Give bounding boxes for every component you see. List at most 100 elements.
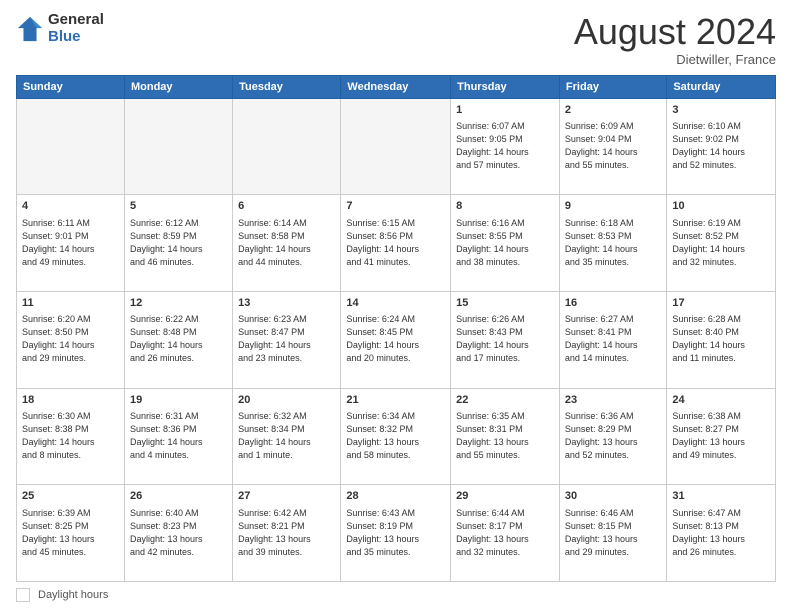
day-info: Sunrise: 6:22 AM Sunset: 8:48 PM Dayligh… — [130, 313, 227, 365]
day-number: 25 — [22, 489, 119, 504]
calendar-cell: 26Sunrise: 6:40 AM Sunset: 8:23 PM Dayli… — [124, 485, 232, 582]
day-number: 2 — [565, 103, 661, 118]
calendar-cell — [17, 98, 125, 195]
calendar-week-3: 11Sunrise: 6:20 AM Sunset: 8:50 PM Dayli… — [17, 291, 776, 388]
calendar-cell: 18 Sunrise: 6:30 AM Sunset: 8:38 PM Dayli… — [17, 388, 125, 485]
day-info: Sunrise: 6:11 AM Sunset: 9:01 PM Dayligh… — [22, 217, 119, 269]
day-number: 22 — [456, 393, 554, 408]
day-number: 10 — [672, 199, 770, 214]
calendar-cell: 14Sunrise: 6:24 AM Sunset: 8:45 PM Dayli… — [341, 291, 451, 388]
day-info: Sunrise: 6:12 AM Sunset: 8:59 PM Dayligh… — [130, 217, 227, 269]
calendar-cell: 7Sunrise: 6:15 AM Sunset: 8:56 PM Daylig… — [341, 195, 451, 292]
calendar-cell: 11Sunrise: 6:20 AM Sunset: 8:50 PM Dayli… — [17, 291, 125, 388]
day-info: Sunrise: 6:15 AM Sunset: 8:56 PM Dayligh… — [346, 217, 445, 269]
day-info: Sunrise: 6:35 AM Sunset: 8:31 PM Dayligh… — [456, 410, 554, 462]
calendar-week-4: 18 Sunrise: 6:30 AM Sunset: 8:38 PM Dayli… — [17, 388, 776, 485]
logo-icon — [16, 15, 44, 43]
day-info: Sunrise: 6:40 AM Sunset: 8:23 PM Dayligh… — [130, 507, 227, 559]
day-info: Sunrise: 6:32 AM Sunset: 8:34 PM Dayligh… — [238, 410, 335, 462]
page: General Blue August 2024 Dietwiller, Fra… — [0, 0, 792, 612]
day-info: Sunrise: 6:47 AM Sunset: 8:13 PM Dayligh… — [672, 507, 770, 559]
day-info: Sunrise: 6:38 AM Sunset: 8:27 PM Dayligh… — [672, 410, 770, 462]
header-row: Sunday Monday Tuesday Wednesday Thursday… — [17, 75, 776, 98]
calendar-cell: 12 Sunrise: 6:22 AM Sunset: 8:48 PM Dayli… — [124, 291, 232, 388]
col-thursday: Thursday — [451, 75, 560, 98]
day-info: Sunrise: 6:42 AM Sunset: 8:21 PM Dayligh… — [238, 507, 335, 559]
calendar-cell: 19Sunrise: 6:31 AM Sunset: 8:36 PM Dayli… — [124, 388, 232, 485]
footer-box-icon — [16, 588, 30, 602]
calendar-cell: 25 Sunrise: 6:39 AM Sunset: 8:25 PM Dayli… — [17, 485, 125, 582]
col-monday: Monday — [124, 75, 232, 98]
calendar-cell: 22 Sunrise: 6:35 AM Sunset: 8:31 PM Dayli… — [451, 388, 560, 485]
footer-label: Daylight hours — [38, 589, 108, 601]
day-info: Sunrise: 6:14 AM Sunset: 8:58 PM Dayligh… — [238, 217, 335, 269]
calendar-table: Sunday Monday Tuesday Wednesday Thursday… — [16, 75, 776, 582]
calendar-cell: 4 Sunrise: 6:11 AM Sunset: 9:01 PM Daylig… — [17, 195, 125, 292]
col-sunday: Sunday — [17, 75, 125, 98]
day-number: 3 — [672, 103, 770, 118]
day-number: 12 — [130, 296, 227, 311]
calendar-cell: 13Sunrise: 6:23 AM Sunset: 8:47 PM Dayli… — [233, 291, 341, 388]
calendar-cell: 30 Sunrise: 6:46 AM Sunset: 8:15 PM Dayli… — [559, 485, 666, 582]
day-number: 15 — [456, 296, 554, 311]
day-number: 29 — [456, 489, 554, 504]
day-number: 30 — [565, 489, 661, 504]
calendar-cell: 10 Sunrise: 6:19 AM Sunset: 8:52 PM Dayli… — [667, 195, 776, 292]
day-number: 18 — [22, 393, 119, 408]
calendar-cell: 21 Sunrise: 6:34 AM Sunset: 8:32 PM Dayli… — [341, 388, 451, 485]
day-number: 31 — [672, 489, 770, 504]
calendar-cell: 31 Sunrise: 6:47 AM Sunset: 8:13 PM Dayli… — [667, 485, 776, 582]
col-tuesday: Tuesday — [233, 75, 341, 98]
calendar-cell: 17Sunrise: 6:28 AM Sunset: 8:40 PM Dayli… — [667, 291, 776, 388]
calendar-cell: 1Sunrise: 6:07 AM Sunset: 9:05 PM Daylig… — [451, 98, 560, 195]
calendar-cell: 3 Sunrise: 6:10 AM Sunset: 9:02 PM Daylig… — [667, 98, 776, 195]
day-info: Sunrise: 6:43 AM Sunset: 8:19 PM Dayligh… — [346, 507, 445, 559]
calendar-cell: 28 Sunrise: 6:43 AM Sunset: 8:19 PM Dayli… — [341, 485, 451, 582]
calendar-cell: 5 Sunrise: 6:12 AM Sunset: 8:59 PM Daylig… — [124, 195, 232, 292]
day-info: Sunrise: 6:28 AM Sunset: 8:40 PM Dayligh… — [672, 313, 770, 365]
calendar-cell: 16Sunrise: 6:27 AM Sunset: 8:41 PM Dayli… — [559, 291, 666, 388]
month-title: August 2024 — [574, 12, 776, 52]
calendar-cell: 9Sunrise: 6:18 AM Sunset: 8:53 PM Daylig… — [559, 195, 666, 292]
day-info: Sunrise: 6:26 AM Sunset: 8:43 PM Dayligh… — [456, 313, 554, 365]
calendar-cell: 8Sunrise: 6:16 AM Sunset: 8:55 PM Daylig… — [451, 195, 560, 292]
day-number: 23 — [565, 393, 661, 408]
calendar-cell: 15 Sunrise: 6:26 AM Sunset: 8:43 PM Dayli… — [451, 291, 560, 388]
calendar-week-2: 4 Sunrise: 6:11 AM Sunset: 9:01 PM Daylig… — [17, 195, 776, 292]
calendar-cell: 2 Sunrise: 6:09 AM Sunset: 9:04 PM Daylig… — [559, 98, 666, 195]
day-info: Sunrise: 6:46 AM Sunset: 8:15 PM Dayligh… — [565, 507, 661, 559]
day-number: 6 — [238, 199, 335, 214]
calendar-cell — [341, 98, 451, 195]
day-info: Sunrise: 6:39 AM Sunset: 8:25 PM Dayligh… — [22, 507, 119, 559]
day-info: Sunrise: 6:30 AM Sunset: 8:38 PM Dayligh… — [22, 410, 119, 462]
day-number: 28 — [346, 489, 445, 504]
calendar-cell — [124, 98, 232, 195]
calendar-cell — [233, 98, 341, 195]
calendar-week-1: 1Sunrise: 6:07 AM Sunset: 9:05 PM Daylig… — [17, 98, 776, 195]
header: General Blue August 2024 Dietwiller, Fra… — [16, 12, 776, 67]
day-info: Sunrise: 6:34 AM Sunset: 8:32 PM Dayligh… — [346, 410, 445, 462]
col-saturday: Saturday — [667, 75, 776, 98]
day-info: Sunrise: 6:10 AM Sunset: 9:02 PM Dayligh… — [672, 120, 770, 172]
day-number: 1 — [456, 103, 554, 118]
day-info: Sunrise: 6:27 AM Sunset: 8:41 PM Dayligh… — [565, 313, 661, 365]
day-number: 20 — [238, 393, 335, 408]
day-number: 13 — [238, 296, 335, 311]
footer: Daylight hours — [16, 588, 776, 602]
calendar-cell: 24Sunrise: 6:38 AM Sunset: 8:27 PM Dayli… — [667, 388, 776, 485]
col-wednesday: Wednesday — [341, 75, 451, 98]
calendar-cell: 6 Sunrise: 6:14 AM Sunset: 8:58 PM Daylig… — [233, 195, 341, 292]
day-info: Sunrise: 6:09 AM Sunset: 9:04 PM Dayligh… — [565, 120, 661, 172]
day-info: Sunrise: 6:16 AM Sunset: 8:55 PM Dayligh… — [456, 217, 554, 269]
day-info: Sunrise: 6:19 AM Sunset: 8:52 PM Dayligh… — [672, 217, 770, 269]
logo: General Blue — [16, 12, 104, 45]
day-number: 5 — [130, 199, 227, 214]
calendar-cell: 23Sunrise: 6:36 AM Sunset: 8:29 PM Dayli… — [559, 388, 666, 485]
calendar-cell: 27Sunrise: 6:42 AM Sunset: 8:21 PM Dayli… — [233, 485, 341, 582]
day-number: 21 — [346, 393, 445, 408]
calendar-cell: 29Sunrise: 6:44 AM Sunset: 8:17 PM Dayli… — [451, 485, 560, 582]
title-section: August 2024 Dietwiller, France — [574, 12, 776, 67]
day-number: 19 — [130, 393, 227, 408]
day-number: 4 — [22, 199, 119, 214]
logo-text: General Blue — [48, 12, 104, 45]
